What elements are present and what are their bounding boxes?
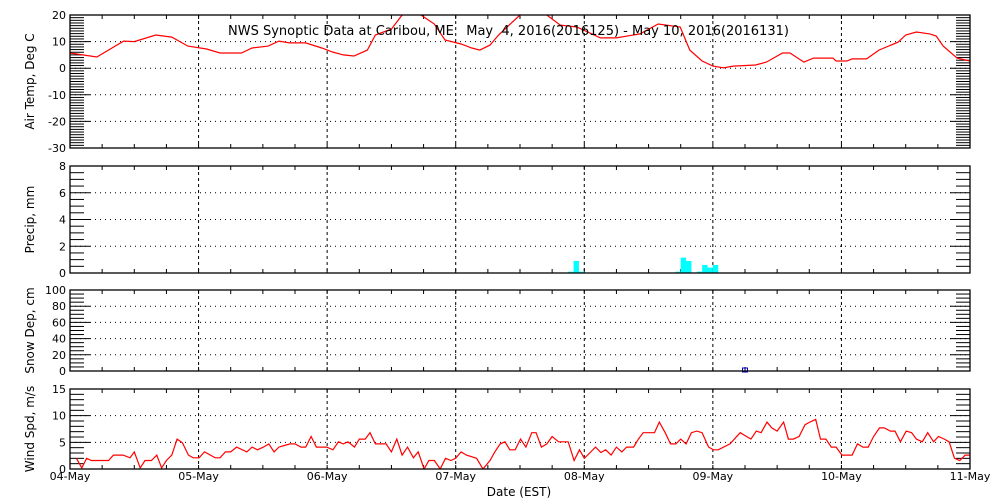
snow-panel: 0 20 40 60 80 100 Snow Dep, cm [23,284,971,378]
x-tick-label: 06-May [307,470,348,483]
y-tick-label: 20 [52,9,66,22]
x-tick-label: 07-May [435,470,476,483]
wind-series [75,418,970,469]
x-tick-label: 05-May [178,470,219,483]
y-tick-label: 2 [59,240,66,253]
precip-bar [686,260,692,273]
y-axis-label: Wind Spd, m/s [23,386,37,472]
wind-frame [69,388,971,470]
x-tick-label: 10-May [821,470,862,483]
x-axis-label: Date (EST) [487,485,551,499]
y-tick-label: 5 [59,436,66,449]
y-tick-label: 40 [52,333,66,346]
y-axis-label: Precip, mm [23,186,37,254]
precip-bar [712,264,719,273]
x-tick-label: 04-May [50,470,91,483]
chart-title: NWS Synoptic Data at Caribou, ME May 4, … [228,24,789,39]
precip-series [568,257,719,273]
precip-panel: 0 2 4 6 8 Precip, mm [23,160,971,280]
x-tick-label: 09-May [692,470,733,483]
y-tick-label: 15 [52,383,66,396]
x-tick-label: 08-May [564,470,605,483]
y-axis-label: Snow Dep, cm [23,287,37,373]
y-tick-label: 4 [59,214,66,227]
wind-panel: 051015Wind Spd, m/s [23,383,971,476]
y-tick-label: -30 [48,142,66,155]
precip-bar [573,260,579,273]
y-tick-label: 100 [45,284,66,297]
y-tick-label: 10 [52,410,66,423]
x-tick-label: 11-May [950,470,991,483]
y-tick-label: -10 [48,89,66,102]
precip-bar [707,267,713,273]
y-tick-label: 0 [59,365,66,378]
wind-line [75,418,970,469]
precip-bar [680,257,687,273]
y-tick-label: 0 [59,267,66,280]
y-tick-label: 20 [52,349,66,362]
y-axis-label: Air Temp, Deg C [23,33,37,129]
y-tick-label: -20 [48,115,66,128]
weather-chart: -30 -20 -10 0 10 20 Air Temp, Deg C 0 2 4 6 8 Precip… [23,9,991,499]
precip-bar [702,264,708,273]
y-tick-label: 10 [52,36,66,49]
snow-frame [69,289,971,372]
y-tick-label: 8 [59,160,66,173]
y-tick-label: 6 [59,187,66,200]
y-tick-label: 60 [52,316,66,329]
y-tick-label: 0 [59,62,66,75]
y-tick-label: 80 [52,300,66,313]
